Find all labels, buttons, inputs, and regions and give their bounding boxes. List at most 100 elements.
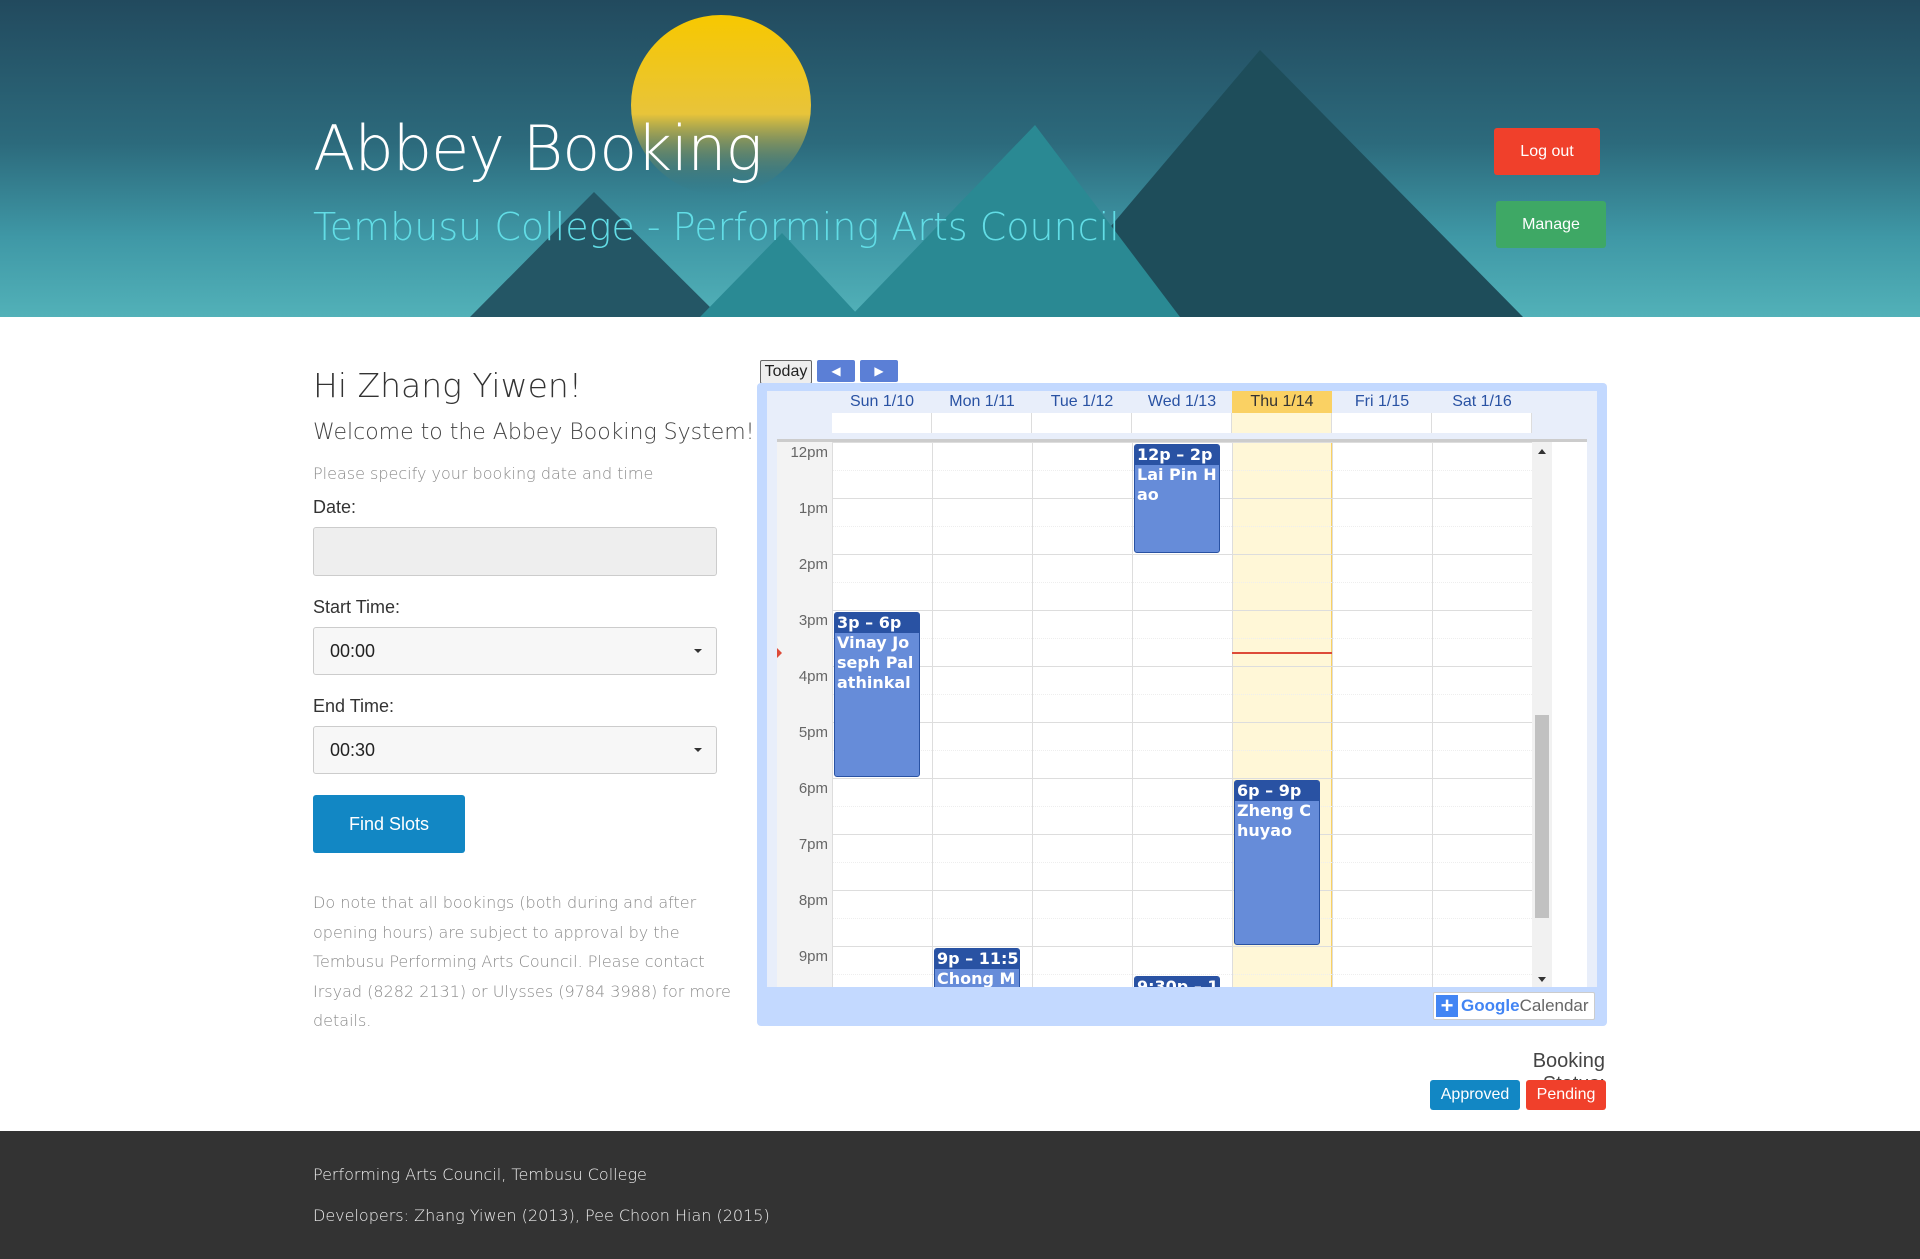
- end-time-label: End Time:: [313, 696, 395, 716]
- half-hour-line: [832, 750, 1532, 751]
- end-time-select[interactable]: 00:30: [313, 726, 717, 774]
- day-divider: [832, 442, 833, 987]
- hour-label: 5pm: [798, 724, 828, 741]
- hour-label: 2pm: [798, 556, 828, 573]
- calendar-event[interactable]: 9p – 11:59Chong Min: [934, 948, 1020, 987]
- app-title: Abbey Booking: [313, 112, 763, 185]
- all-day-cell[interactable]: [1132, 413, 1232, 433]
- all-day-cell[interactable]: [932, 413, 1032, 433]
- hour-line: [832, 778, 1532, 779]
- chevron-right-icon: ▶: [874, 364, 884, 378]
- scroll-down-icon[interactable]: [1538, 977, 1546, 982]
- logout-button[interactable]: Log out: [1494, 128, 1600, 175]
- google-calendar-add-button[interactable]: + GoogleCalendar: [1433, 992, 1595, 1020]
- google-wordmark: Google: [1461, 996, 1520, 1015]
- event-title: Chong Min: [937, 969, 1016, 987]
- app-subtitle: Tembusu College - Performing Arts Counci…: [313, 205, 1120, 249]
- caret-down-icon: [694, 748, 702, 752]
- calendar-widget: 12pm 1pm 2pm 3pm 4pm 5pm 6pm 7pm 8pm 9pm 3p – 6p Vi…: [757, 383, 1607, 1026]
- hero-banner: Abbey Booking Tembusu College - Performi…: [0, 0, 1920, 317]
- hour-label: 8pm: [798, 892, 828, 909]
- current-time-line: [1232, 652, 1332, 654]
- booking-note: Do note that all bookings (both during a…: [313, 893, 731, 1030]
- calendar-event[interactable]: 3p – 6p Vinay Joseph Palathinkal: [834, 612, 920, 777]
- day-header[interactable]: Tue 1/12: [1032, 391, 1132, 413]
- find-slots-button[interactable]: Find Slots: [313, 795, 465, 853]
- plus-icon: +: [1436, 995, 1458, 1017]
- hour-line: [832, 554, 1532, 555]
- day-divider: [932, 442, 933, 987]
- event-title: Vinay Joseph Palathinkal: [837, 633, 914, 692]
- hour-label: 12pm: [790, 444, 828, 461]
- day-header[interactable]: Sun 1/10: [832, 391, 932, 413]
- calendar-event[interactable]: 12p – 2p Lai Pin Hao: [1134, 444, 1220, 553]
- current-time-marker-icon: [777, 648, 782, 658]
- hour-line: [832, 834, 1532, 835]
- all-day-cell[interactable]: [1032, 413, 1132, 433]
- day-divider: [1132, 442, 1133, 987]
- day-divider: [1432, 442, 1433, 987]
- all-day-cell[interactable]: [1232, 413, 1332, 433]
- day-divider: [1332, 442, 1333, 987]
- event-title: Lai Pin Hao: [1137, 465, 1217, 504]
- day-divider: [1232, 442, 1233, 987]
- start-time-value: 00:00: [330, 641, 376, 661]
- half-hour-line: [832, 638, 1532, 639]
- start-time-select[interactable]: 00:00: [313, 627, 717, 675]
- footer-org: Performing Arts Council, Tembusu College: [313, 1165, 647, 1184]
- day-header[interactable]: Mon 1/11: [932, 391, 1032, 413]
- half-hour-line: [832, 918, 1532, 919]
- hour-label: 7pm: [798, 836, 828, 853]
- day-divider: [1032, 442, 1033, 987]
- day-header[interactable]: Fri 1/15: [1332, 391, 1432, 413]
- hour-label: 1pm: [798, 500, 828, 517]
- all-day-cell[interactable]: [1332, 413, 1432, 433]
- caret-down-icon: [694, 649, 702, 653]
- manage-button[interactable]: Manage: [1496, 201, 1606, 248]
- chevron-left-icon: ◀: [831, 364, 841, 378]
- prev-week-button[interactable]: ◀: [817, 360, 855, 382]
- pending-badge: Pending: [1526, 1080, 1606, 1110]
- event-title: Zheng Chuyao: [1237, 801, 1311, 840]
- calendar-scrollbar[interactable]: [1532, 442, 1552, 987]
- scroll-thumb[interactable]: [1535, 715, 1549, 918]
- event-time: 9:30p – 11: [1135, 977, 1219, 987]
- booking-hint: Please specify your booking date and tim…: [313, 464, 654, 483]
- hour-label: 3pm: [798, 612, 828, 629]
- all-day-cell[interactable]: [1432, 413, 1532, 433]
- hour-line: [832, 442, 1532, 443]
- footer-developers: Developers: Zhang Yiwen (2013), Pee Choo…: [313, 1206, 770, 1225]
- calendar-grid: 12pm 1pm 2pm 3pm 4pm 5pm 6pm 7pm 8pm 9pm 3p – 6p Vi…: [777, 439, 1587, 987]
- end-time-value: 00:30: [330, 740, 376, 760]
- mountain-illustration: [470, 15, 1523, 317]
- start-time-label: Start Time:: [313, 597, 401, 617]
- event-time: 12p – 2p: [1135, 445, 1219, 465]
- page-footer: Performing Arts Council, Tembusu College…: [0, 1131, 1920, 1259]
- calendar-body: 12pm 1pm 2pm 3pm 4pm 5pm 6pm 7pm 8pm 9pm 3p – 6p Vi…: [767, 391, 1597, 987]
- next-week-button[interactable]: ▶: [860, 360, 898, 382]
- day-header[interactable]: Sat 1/16: [1432, 391, 1532, 413]
- scroll-up-icon[interactable]: [1538, 449, 1546, 454]
- all-day-cell[interactable]: [832, 413, 932, 433]
- welcome-text: Welcome to the Abbey Booking System!: [313, 420, 755, 445]
- calendar-wordmark: Calendar: [1519, 996, 1589, 1015]
- event-time: 9p – 11:59: [935, 949, 1019, 969]
- greeting-heading: Hi Zhang Yiwen!: [313, 366, 583, 405]
- google-calendar-logo: GoogleCalendar: [1461, 993, 1589, 1019]
- day-header[interactable]: Wed 1/13: [1132, 391, 1232, 413]
- event-time: 6p – 9p: [1235, 781, 1319, 801]
- hour-label: 4pm: [798, 668, 828, 685]
- calendar-event[interactable]: 6p – 9p Zheng Chuyao: [1234, 780, 1320, 945]
- half-hour-line: [832, 862, 1532, 863]
- hour-line: [832, 890, 1532, 891]
- date-label: Date:: [313, 497, 357, 517]
- event-time: 3p – 6p: [835, 613, 919, 633]
- hour-label: 6pm: [798, 780, 828, 797]
- half-hour-line: [832, 806, 1532, 807]
- date-input[interactable]: [313, 527, 717, 576]
- hour-line: [832, 722, 1532, 723]
- hour-line: [832, 946, 1532, 947]
- today-button[interactable]: Today: [760, 360, 812, 384]
- day-header[interactable]: Thu 1/14: [1232, 391, 1332, 413]
- calendar-event[interactable]: 9:30p – 11: [1134, 976, 1220, 987]
